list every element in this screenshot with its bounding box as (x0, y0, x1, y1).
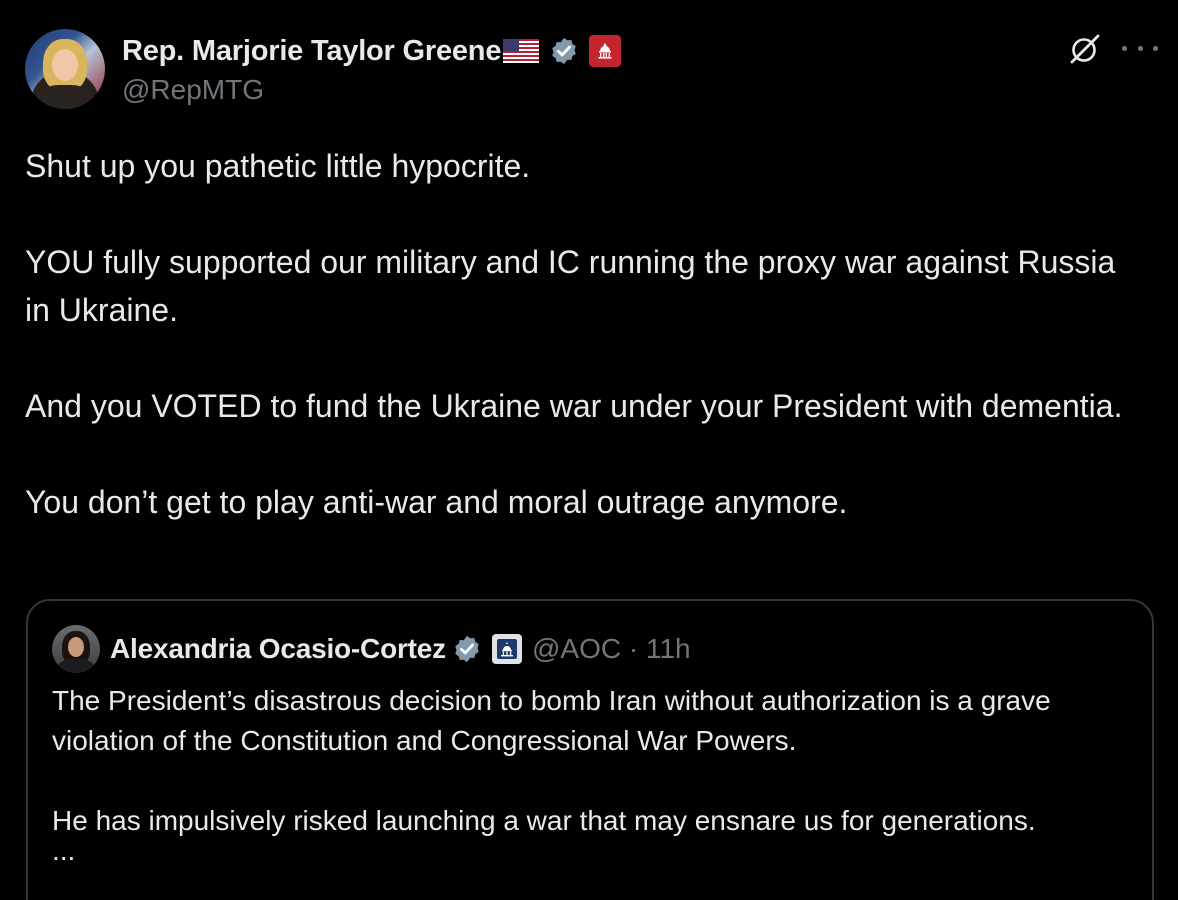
quoted-tweet-meta[interactable]: @AOC · 11h (532, 633, 691, 665)
quoted-tweet-header: Alexandria Ocasio-Cortez @AOC · 11h (52, 625, 691, 673)
more-options-icon[interactable] (1122, 36, 1158, 60)
quoted-author-display-name[interactable]: Alexandria Ocasio-Cortez (110, 633, 446, 665)
quoted-tweet-paragraph: He has impulsively risked launching a wa… (52, 805, 1036, 836)
tweet-paragraph: YOU fully supported our military and IC … (25, 244, 1116, 328)
quoted-tweet-paragraph: The President’s disastrous decision to b… (52, 685, 1051, 756)
author-display-name[interactable]: Rep. Marjorie Taylor Greene (122, 35, 501, 68)
quoted-author-avatar[interactable] (52, 625, 100, 673)
quoted-tweet-text: The President’s disastrous decision to b… (52, 681, 1142, 866)
tweet: Rep. Marjorie Taylor Greene @RepMTG Shut… (0, 0, 1178, 900)
tweet-text: Shut up you pathetic little hypocrite. Y… (25, 142, 1145, 526)
verified-badge-icon (455, 635, 479, 663)
us-flag-icon (503, 39, 540, 63)
author-name-row: Rep. Marjorie Taylor Greene (122, 32, 622, 70)
grok-icon[interactable] (1068, 32, 1102, 66)
verified-badge-icon (552, 37, 576, 65)
tweet-paragraph: You don’t get to play anti-war and moral… (25, 484, 848, 520)
author-handle[interactable]: @RepMTG (122, 74, 264, 106)
capitol-badge-icon[interactable] (491, 634, 522, 664)
tweet-paragraph: And you VOTED to fund the Ukraine war un… (25, 388, 1123, 424)
quoted-tweet-truncation: ... (52, 835, 76, 866)
tweet-paragraph: Shut up you pathetic little hypocrite. (25, 148, 531, 184)
author-avatar[interactable] (25, 29, 105, 109)
quoted-tweet-card[interactable]: Alexandria Ocasio-Cortez @AOC · 11h The … (26, 599, 1154, 900)
gop-badge-icon[interactable] (589, 35, 622, 67)
